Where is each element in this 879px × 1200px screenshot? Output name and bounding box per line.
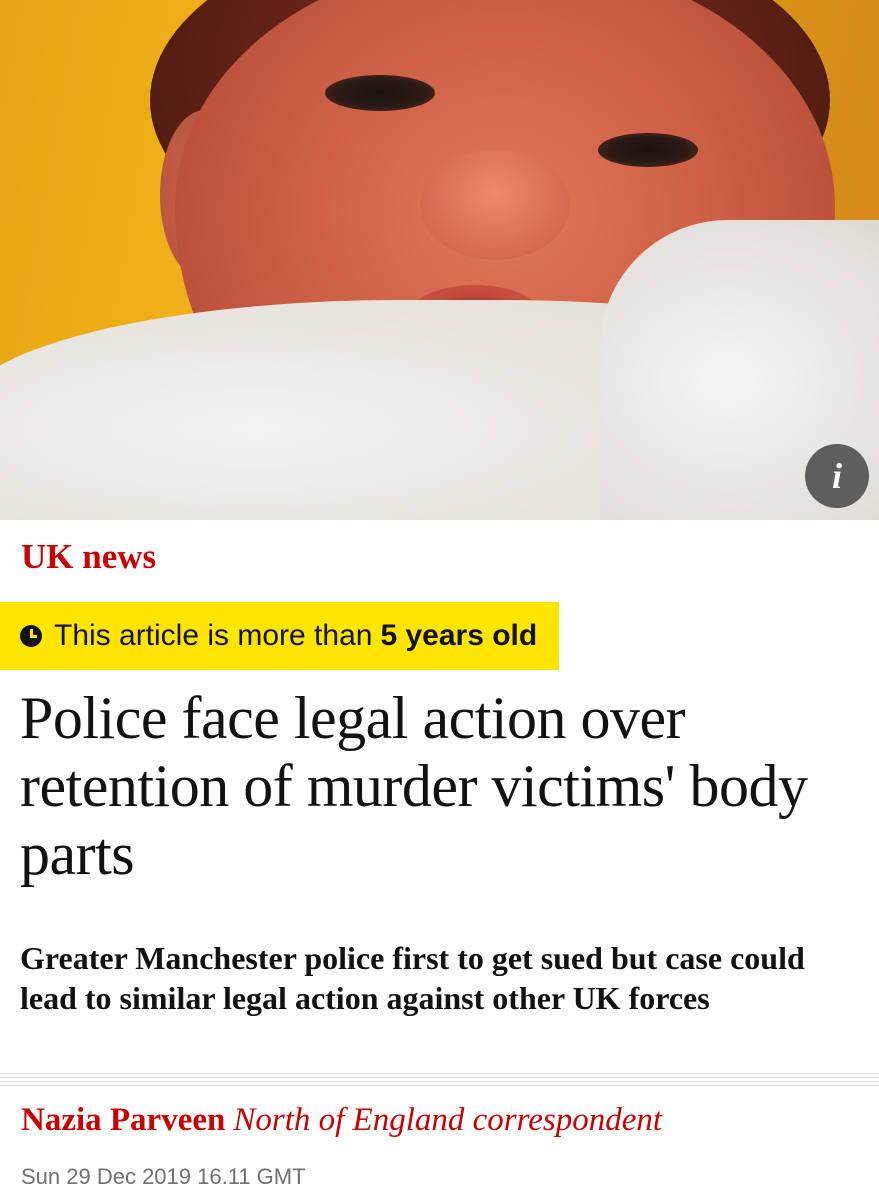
section-divider — [0, 1073, 879, 1089]
info-icon: i — [831, 456, 842, 496]
hero-image: i — [0, 0, 879, 520]
author-role: North of England correspondent — [233, 1102, 663, 1138]
author-link[interactable]: Nazia Parveen — [21, 1102, 225, 1138]
image-info-button[interactable]: i — [805, 444, 869, 508]
age-warning-age: 5 years old — [380, 619, 538, 652]
age-warning-prefix: This article is more than — [54, 619, 373, 652]
clock-icon — [20, 625, 42, 647]
article-age-warning: This article is more than 5 years old — [0, 602, 560, 670]
publish-date: Sun 29 Dec 2019 16.11 GMT — [21, 1164, 306, 1189]
hero-eye-left — [325, 75, 435, 111]
hero-nose — [420, 150, 570, 260]
hero-eye-right — [598, 133, 698, 167]
article-headline: Police face legal action over retention … — [20, 685, 808, 887]
article-standfirst: Greater Manchester police first to get s… — [20, 940, 805, 1016]
section-link-uk-news[interactable]: UK news — [21, 536, 156, 578]
byline: Nazia Parveen North of England correspond… — [21, 1102, 662, 1139]
